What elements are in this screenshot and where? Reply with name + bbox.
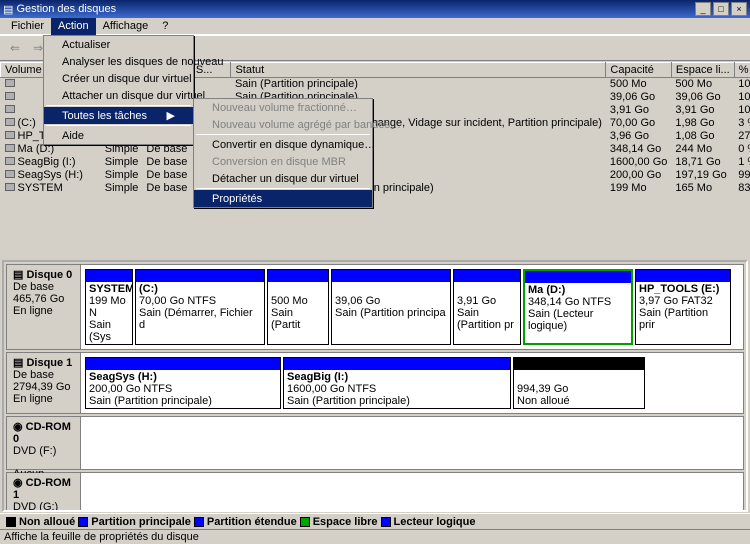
legend-free: Espace libre [313,516,378,528]
legend-logical: Lecteur logique [394,516,476,528]
disk-graph: ▤ Disque 0 De base 465,76 Go En ligne SY… [2,260,748,512]
col-percent[interactable]: % Libres [734,63,750,78]
disk-1-info: ▤ Disque 1 De base 2794,39 Go En ligne [7,353,81,413]
sub-new-stripe: Nouveau volume agrégé par bandes… [194,116,372,133]
partition-block[interactable]: Ma (D:)348,14 Go NTFSSain (Lecteur logiq… [523,269,633,345]
window-title: Gestion des disques [16,3,116,15]
status-text: Affiche la feuille de propriétés du disq… [4,531,199,543]
swatch-free-icon [300,517,310,527]
swatch-extended-icon [194,517,204,527]
sub-to-mbr: Conversion en disque MBR [194,153,372,170]
partition-block[interactable]: 39,06 GoSain (Partition principa [331,269,451,345]
disk-0-row[interactable]: ▤ Disque 0 De base 465,76 Go En ligne SY… [6,264,744,350]
col-free[interactable]: Espace li... [671,63,734,78]
menu-action[interactable]: Action [51,18,96,35]
legend-unalloc: Non alloué [19,516,75,528]
sub-to-dynamic[interactable]: Convertir en disque dynamique… [194,136,372,153]
menu-create-vhd[interactable]: Créer un disque dur virtuel [44,70,193,87]
table-row[interactable]: SeagSys (H:)SimpleDe baseNTFSSain (Parti… [1,169,750,182]
menu-bar: Fichier Action Affichage ? [0,18,750,35]
disk-1-row[interactable]: ▤ Disque 1 De base 2794,39 Go En ligne S… [6,352,744,414]
col-capacity[interactable]: Capacité [606,63,672,78]
table-row[interactable]: SeagBig (I:)SimpleDe baseNTFSSain (Parti… [1,156,750,169]
minimize-button[interactable]: _ [695,2,711,16]
legend: Non alloué Partition principale Partitio… [0,513,750,530]
sub-properties[interactable]: Propriétés [194,190,372,207]
status-bar: Affiche la feuille de propriétés du disq… [0,529,750,544]
cdrom-0-info: ◉ CD-ROM 0 DVD (F:) Aucun média [7,417,81,469]
legend-extended: Partition étendue [207,516,297,528]
close-button[interactable]: × [731,2,747,16]
partition-block[interactable]: SYSTEM199 Mo NSain (Sys [85,269,133,345]
cdrom-1-row[interactable]: ◉ CD-ROM 1 DVD (G:) Aucun média [6,472,744,512]
sub-new-span: Nouveau volume fractionné… [194,99,372,116]
partition-block[interactable]: (C:)70,00 Go NTFSSain (Démarrer, Fichier… [135,269,265,345]
cdrom-1-info: ◉ CD-ROM 1 DVD (G:) Aucun média [7,473,81,512]
title-bar: ▤ Gestion des disques _ □ × [0,0,750,18]
disk-0-info: ▤ Disque 0 De base 465,76 Go En ligne [7,265,81,349]
partition-block[interactable]: 994,39 GoNon alloué [513,357,645,409]
menu-all-tasks[interactable]: Toutes les tâches▶ [44,107,193,124]
app-icon: ▤ [3,3,13,16]
legend-primary: Partition principale [91,516,191,528]
swatch-primary-icon [78,517,88,527]
tasks-submenu: Nouveau volume fractionné… Nouveau volum… [193,98,373,208]
sub-detach-vhd[interactable]: Détacher un disque dur virtuel [194,170,372,187]
maximize-button[interactable]: □ [713,2,729,16]
cdrom-0-row[interactable]: ◉ CD-ROM 0 DVD (F:) Aucun média [6,416,744,470]
col-status[interactable]: Statut [231,63,606,78]
swatch-logical-icon [381,517,391,527]
partition-block[interactable]: 500 MoSain (Partit [267,269,329,345]
partition-block[interactable]: SeagBig (I:)1600,00 Go NTFSSain (Partiti… [283,357,511,409]
partition-block[interactable]: HP_TOOLS (E:)3,97 Go FAT32Sain (Partitio… [635,269,731,345]
menu-view[interactable]: Affichage [96,18,156,35]
menu-refresh[interactable]: Actualiser [44,36,193,53]
back-button[interactable]: ⇐ [5,38,25,58]
menu-help[interactable]: Aide [44,127,193,144]
partition-block[interactable]: SeagSys (H:)200,00 Go NTFSSain (Partitio… [85,357,281,409]
action-dropdown: Actualiser Analyser les disques de nouve… [43,35,194,145]
menu-file[interactable]: Fichier [4,18,51,35]
menu-rescan[interactable]: Analyser les disques de nouveau [44,53,193,70]
partition-block[interactable]: 3,91 GoSain (Partition pr [453,269,521,345]
swatch-unalloc-icon [6,517,16,527]
table-row[interactable]: SYSTEMSimpleDe baseNTFSSain (Système, Ac… [1,182,750,195]
menu-attach-vhd[interactable]: Attacher un disque dur virtuel [44,87,193,104]
menu-help[interactable]: ? [155,18,175,35]
